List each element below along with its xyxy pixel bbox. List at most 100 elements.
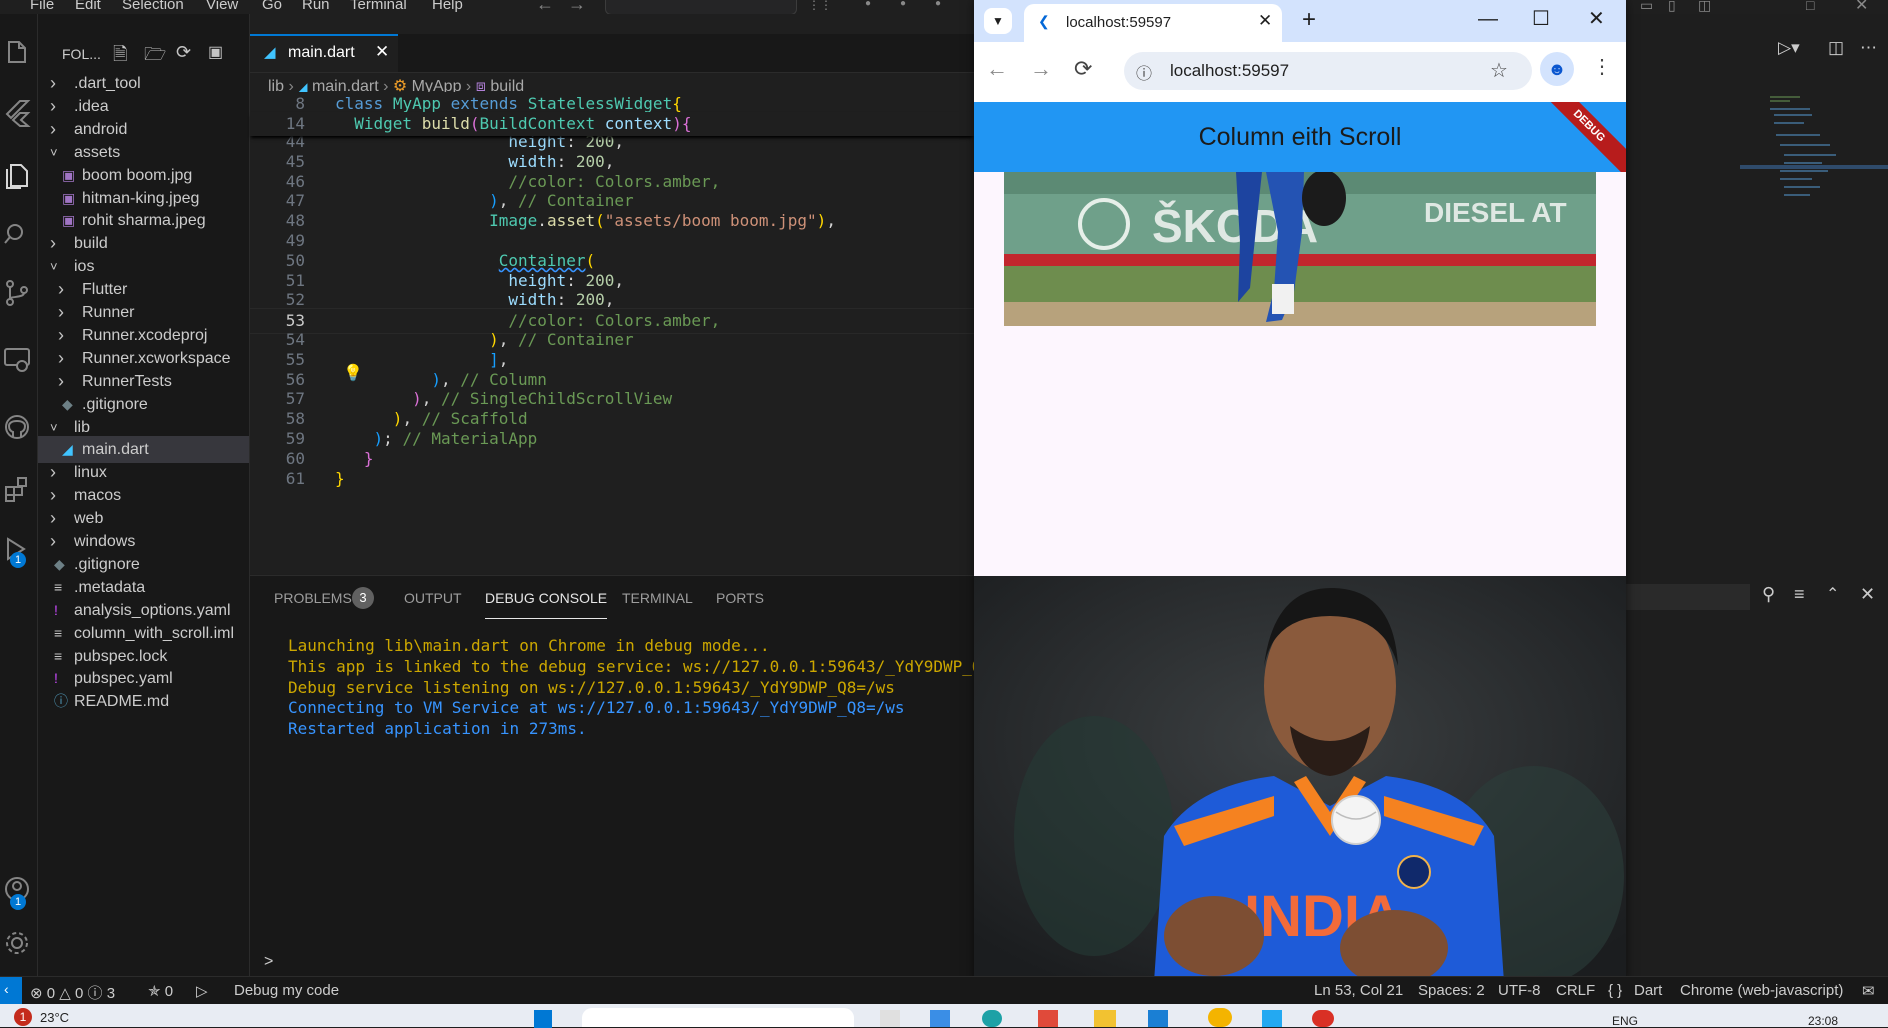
language-indicator[interactable]: ENG [1612,1014,1638,1028]
restore-window-icon[interactable]: □ [1806,0,1814,13]
taskbar-app-icon[interactable] [1038,1010,1058,1027]
maximize-icon[interactable]: ☐ [1532,6,1550,31]
encoding[interactable]: UTF-8 [1498,982,1541,999]
new-folder-icon[interactable]: 🗁 [144,42,166,72]
taskbar-search-box[interactable] [582,1008,854,1027]
clock-time[interactable]: 23:08 [1808,1014,1838,1028]
menu-view[interactable]: View [206,0,238,13]
profile-avatar[interactable]: ☻ [1540,52,1574,86]
remote-icon: ‹ [4,981,9,997]
notifications-bell-icon[interactable]: ✉ [1862,982,1875,1000]
more-actions-icon[interactable]: ⋯ [1860,38,1877,58]
refresh-icon[interactable]: ⟳ [176,42,191,63]
search-icon[interactable]: ⚲ [1762,584,1775,605]
taskbar-app-icon[interactable] [1312,1010,1334,1027]
taskbar-app-icon[interactable] [1148,1010,1168,1027]
close-window-icon[interactable]: ✕ [1588,6,1605,31]
layout-toggle-icon[interactable]: ◫ [1698,0,1711,14]
explorer-icon[interactable] [2,38,32,68]
line-ending[interactable]: CRLF [1556,982,1595,999]
indentation[interactable]: Spaces: 2 [1418,982,1485,999]
github-icon[interactable] [2,412,32,442]
tree-file[interactable]: ⓘ README.md [38,688,249,715]
device-selector[interactable]: Chrome (web-javascript) [1680,982,1843,999]
close-tab-icon[interactable]: ✕ [1258,11,1272,31]
problems-status[interactable]: ⊗ 0 △ 0 ⓘ 3 [30,982,115,1003]
weather-temp[interactable]: 23°C [40,1010,69,1025]
console-line: Restarted application in 273ms. [288,719,587,739]
close-tab-icon[interactable]: ✕ [375,42,389,62]
cursor-position[interactable]: Ln 53, Col 21 [1314,982,1403,999]
close-panel-icon[interactable]: ✕ [1860,584,1875,605]
new-tab-icon[interactable]: + [1302,6,1316,34]
minimap[interactable] [1740,95,1888,595]
code-line[interactable]: 61} [250,467,974,491]
tab-output[interactable]: OUTPUT [404,590,462,618]
code-line[interactable]: 14 Widget build(BuildContext context){ [250,112,974,136]
menu-selection[interactable]: Selection [122,0,184,13]
menu-run[interactable]: Run [302,0,330,13]
command-center[interactable] [605,0,797,15]
menu-file[interactable]: File [30,0,54,13]
vscode-icon[interactable] [1262,1010,1282,1027]
forward-arrow-icon[interactable]: → [568,0,586,15]
source-control-icon[interactable] [2,278,32,308]
debug-toolbar-icon[interactable]: ● [935,0,941,9]
remote-explorer-icon[interactable] [2,344,32,374]
task-view-icon[interactable] [880,1010,900,1027]
file-explorer-icon[interactable] [1094,1010,1116,1027]
ports-status[interactable]: ✯ 0 [148,982,173,1000]
tab-terminal[interactable]: TERMINAL [622,590,693,618]
run-dropdown-icon[interactable]: ▷▾ [1778,38,1800,58]
debug-config-label[interactable]: Debug my code [234,982,339,999]
files-icon[interactable] [2,160,32,190]
debug-toolbar-icon[interactable]: ● [865,0,871,9]
debug-toolbar-grip-icon[interactable]: ⋮⋮ [808,0,832,12]
language-mode[interactable]: Dart [1634,982,1662,999]
windows-taskbar: 1 23°C ENG 23:08 [0,1004,1888,1028]
site-info-icon[interactable]: ⓘ [1136,60,1152,84]
menu-help[interactable]: Help [432,0,463,13]
maximize-panel-icon[interactable]: ⌃ [1826,584,1839,604]
collapse-all-icon[interactable]: ▣ [208,42,223,62]
minimize-icon[interactable]: — [1478,8,1498,31]
menu-go[interactable]: Go [262,0,282,13]
layout-toggle-icon[interactable]: ▯ [1668,0,1676,14]
bookmark-star-icon[interactable]: ☆ [1490,58,1508,83]
reload-icon[interactable]: ⟳ [1074,56,1092,82]
split-editor-icon[interactable]: ◫ [1828,38,1844,58]
close-window-icon[interactable]: ✕ [1855,0,1868,15]
scroll-column[interactable]: ŠKODA DIESEL AT [974,172,1626,576]
new-file-icon[interactable]: 🗎 [113,42,127,72]
debug-launch-icon[interactable]: ▷ [196,982,208,1000]
taskbar-app-icon[interactable] [930,1010,950,1027]
explorer-header: FOL... 🗎 🗁 ⟳ ▣ [38,42,249,68]
tab-problems[interactable]: PROBLEMS [274,590,352,618]
chrome-menu-icon[interactable]: ⋮ [1592,54,1612,79]
tab-main-dart[interactable]: ◢ main.dart ✕ [250,34,398,72]
menu-terminal[interactable]: Terminal [350,0,407,13]
flutter-icon[interactable] [2,98,32,128]
search-icon[interactable] [2,220,32,250]
console-prompt[interactable]: > [264,953,273,971]
tab-debug-console[interactable]: DEBUG CONSOLE [485,590,608,619]
debug-toolbar-icon[interactable]: ● [900,0,906,9]
menu-edit[interactable]: Edit [75,0,101,13]
chrome-tab[interactable]: ❮ localhost:59597 ✕ [1024,4,1282,42]
clear-console-icon[interactable]: ≡ [1794,584,1805,605]
back-arrow-icon[interactable]: ← [536,0,554,15]
tab-search-icon[interactable]: ▼ [984,8,1012,34]
tab-ports[interactable]: PORTS [716,590,764,618]
chrome-icon[interactable] [1208,1008,1232,1027]
gear-icon[interactable] [2,928,32,958]
extensions-icon[interactable] [2,474,32,504]
console-filter-input[interactable] [1626,584,1750,610]
forward-arrow-icon[interactable]: → [1030,56,1052,82]
back-arrow-icon[interactable]: ← [986,56,1008,82]
remote-indicator[interactable]: ‹ [0,977,22,1005]
edge-icon[interactable] [982,1010,1002,1027]
lightbulb-icon[interactable]: 💡 [343,363,363,383]
address-bar[interactable]: ⓘ localhost:59597 ☆ [1124,52,1532,90]
layout-toggle-icon[interactable]: ▭ [1640,0,1653,14]
start-button-icon[interactable] [534,1010,552,1028]
